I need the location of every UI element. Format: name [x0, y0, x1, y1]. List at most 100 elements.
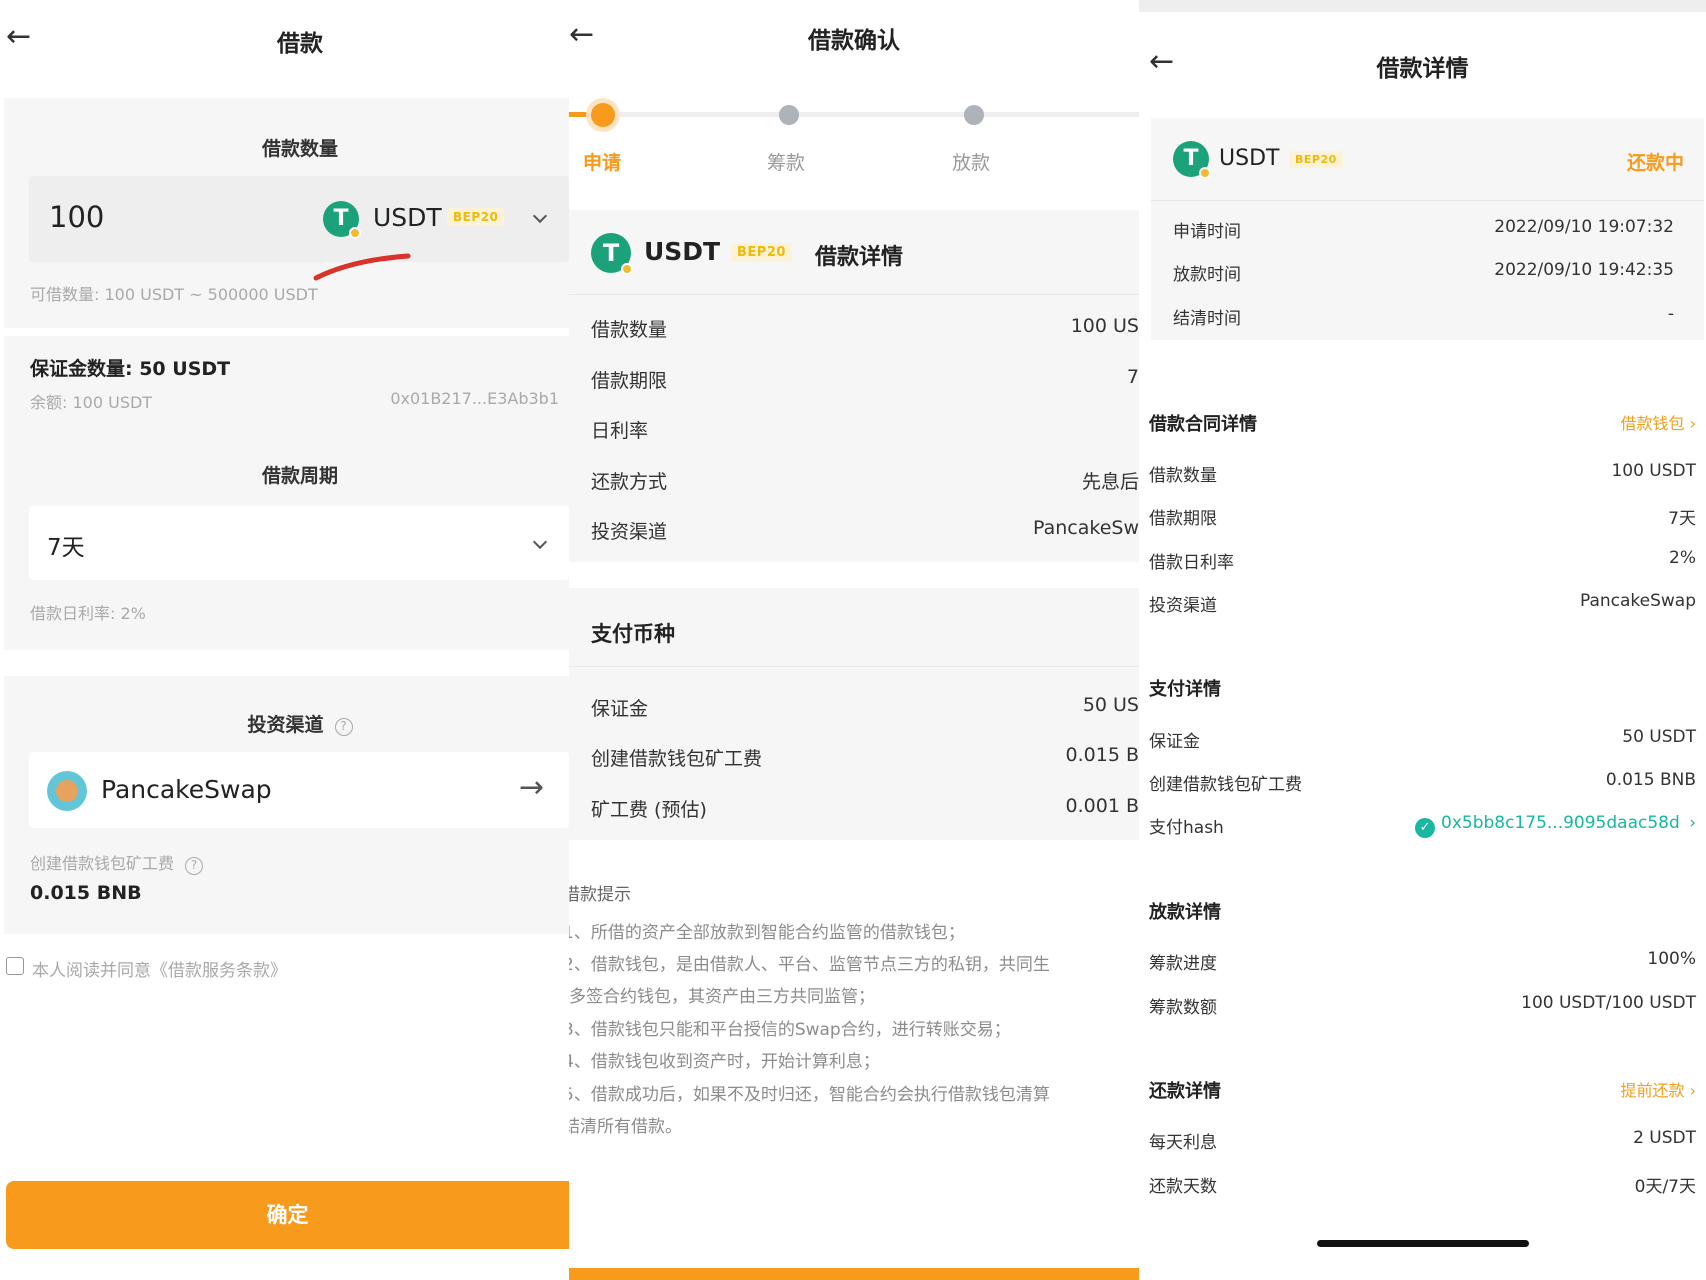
row-value: 50 US	[1082, 694, 1139, 716]
chevron-right-icon: ›	[1689, 813, 1696, 833]
divider	[569, 666, 1139, 667]
pancakeswap-logo-icon	[47, 771, 87, 811]
tip-line: 1、所借的资产全部放款到智能合约监管的借款钱包；	[569, 923, 965, 943]
period-section-label: 借款周期	[261, 465, 338, 487]
hash-value: 0x5bb8c175...9095daac58d	[1441, 813, 1680, 833]
arrow-right-icon[interactable]: →	[519, 770, 544, 805]
chevron-right-icon: ›	[1689, 414, 1696, 433]
agree-text[interactable]: 本人阅读并同意《借款服务条款》	[32, 956, 287, 981]
token-name: USDT	[644, 237, 721, 266]
tip-line: 4、借款钱包收到资产时，开始计算利息；	[569, 1052, 880, 1072]
row-value: 2022/09/10 19:42:35	[1494, 260, 1674, 280]
agree-checkbox[interactable]	[6, 957, 24, 975]
gas-fee-header: 创建借款钱包矿工费 ?	[30, 850, 204, 875]
row-value: 2 USDT	[1633, 1128, 1696, 1148]
row-label: 日利率	[591, 420, 649, 442]
row-label: 每天利息	[1149, 1133, 1217, 1153]
row-label: 借款期限	[591, 370, 668, 392]
page-title: 借款确认	[808, 28, 900, 54]
step-label-apply: 申请	[583, 152, 622, 174]
row-value: 0.015 BNB	[1605, 770, 1696, 790]
row-label: 申请时间	[1173, 222, 1241, 242]
divider	[569, 294, 1139, 295]
hash-link[interactable]: ✓ 0x5bb8c175...9095daac58d ›	[1415, 813, 1696, 838]
step-dot-release	[964, 105, 984, 125]
row-label: 放款时间	[1173, 265, 1241, 285]
chevron-down-icon	[532, 208, 548, 224]
row-value: 0.001 B	[1065, 795, 1139, 817]
row-label: 筹款数额	[1149, 998, 1217, 1018]
channel-section-header: 投资渠道 ?	[0, 710, 569, 737]
row-value: 0.015 B	[1065, 744, 1139, 766]
usdt-icon: T	[323, 201, 361, 239]
balance-text: 余额: 100 USDT	[30, 393, 153, 412]
network-badge: BEP20	[731, 243, 792, 262]
row-label: 结清时间	[1173, 309, 1241, 329]
row-label: 投资渠道	[1149, 596, 1217, 616]
amount-section-label: 借款数量	[261, 138, 338, 160]
tip-line: 3、借款钱包只能和平台授信的Swap合约，进行转账交易；	[569, 1020, 1011, 1040]
page-title: 借款	[277, 31, 323, 57]
row-value: 100%	[1647, 949, 1696, 969]
row-label: 保证金	[591, 698, 649, 720]
channel-select[interactable]: PancakeSwap →	[29, 752, 569, 828]
release-title: 放款详情	[1149, 902, 1221, 923]
row-label: 创建借款钱包矿工费	[1149, 775, 1302, 795]
usdt-icon: T	[591, 233, 633, 275]
step-dot-apply	[591, 103, 615, 127]
step-dot-fundraise	[779, 105, 799, 125]
loan-panel: ← 借款 借款数量 100 T USDT BEP20 可借数量: 100 USD…	[0, 0, 569, 1280]
tip-line: 结清所有借款。	[569, 1117, 682, 1137]
network-badge: BEP20	[447, 208, 505, 226]
row-label: 还款天数	[1149, 1177, 1217, 1197]
row-value: 7天	[1668, 509, 1696, 529]
hash-label: 支付hash	[1149, 818, 1224, 838]
gas-fee-label: 创建借款钱包矿工费	[30, 854, 175, 873]
row-label: 投资渠道	[591, 521, 668, 543]
amount-value: 100	[49, 200, 105, 234]
gas-fee-value: 0.015 BNB	[30, 882, 142, 904]
token-name: USDT	[1219, 146, 1280, 171]
row-label: 创建借款钱包矿工费	[591, 748, 763, 770]
row-label: 借款数量	[1149, 466, 1217, 486]
bottom-action-bar[interactable]	[569, 1268, 1139, 1280]
row-value: 100 US	[1070, 315, 1139, 337]
period-select[interactable]: 7天	[29, 506, 569, 580]
step-label-fundraise: 筹款	[767, 152, 806, 174]
amount-input[interactable]: 100 T USDT BEP20	[29, 176, 569, 262]
early-repay-label: 提前还款	[1620, 1081, 1685, 1100]
page-title: 借款详情	[1376, 56, 1469, 82]
token-dropdown[interactable]	[532, 206, 548, 225]
daily-rate: 借款日利率: 2%	[30, 604, 146, 623]
row-value: 2%	[1669, 548, 1696, 568]
detail-title: 借款详情	[815, 245, 904, 270]
usdt-icon: T	[1173, 141, 1211, 179]
early-repay-link[interactable]: 提前还款 ›	[1620, 1077, 1696, 1101]
row-label: 保证金	[1149, 732, 1200, 752]
period-dropdown[interactable]	[532, 532, 548, 551]
row-label: 借款期限	[1149, 509, 1217, 529]
channel-name: PancakeSwap	[101, 775, 272, 804]
tips-title: 借款提示	[569, 885, 631, 905]
tip-line: 多签合约钱包，其资产由三方共同监管；	[569, 987, 875, 1007]
network-badge: BEP20	[1289, 151, 1343, 168]
confirm-button[interactable]: 确定	[6, 1181, 569, 1249]
status-badge: 还款中	[1626, 152, 1684, 174]
wallet-link-label: 借款钱包	[1620, 414, 1685, 433]
help-icon[interactable]: ?	[185, 857, 204, 875]
loan-confirm-panel: ← 借款确认 申请 筹款 放款 T USDT BEP20 借款详情 借款数量 1…	[569, 0, 1139, 1280]
repay-title: 还款详情	[1149, 1081, 1221, 1102]
row-label: 还款方式	[591, 471, 668, 493]
home-indicator	[1317, 1240, 1529, 1247]
progress-track	[569, 112, 1139, 117]
row-value: 100 USDT	[1611, 461, 1696, 481]
chevron-down-icon	[532, 534, 548, 550]
divider	[1151, 200, 1704, 201]
collateral-amount: 保证金数量: 50 USDT	[30, 358, 231, 380]
amount-range: 可借数量: 100 USDT ~ 500000 USDT	[30, 285, 318, 304]
row-label: 借款数量	[591, 319, 668, 341]
top-strip	[1139, 0, 1706, 12]
help-icon[interactable]: ?	[334, 718, 353, 736]
tip-line: 2、借款钱包，是由借款人、平台、监管节点三方的私钥，共同生	[569, 955, 1050, 975]
wallet-link[interactable]: 借款钱包 ›	[1620, 410, 1696, 434]
